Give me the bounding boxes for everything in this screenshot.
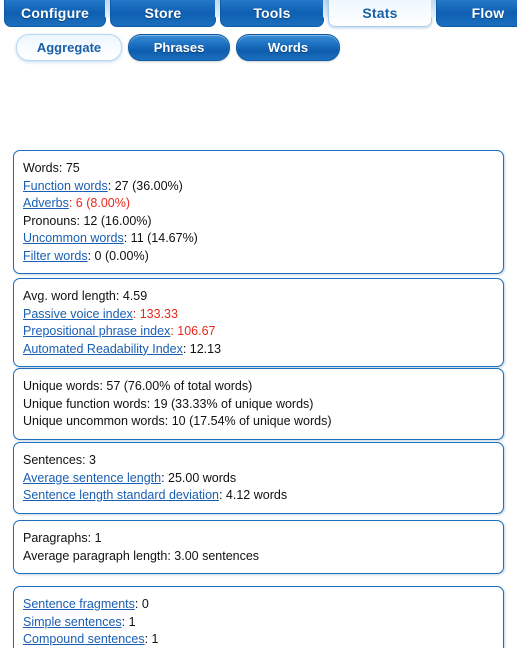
stat-value: : 1: [121, 614, 136, 629]
main-tab-flow[interactable]: Flow: [436, 0, 517, 27]
stat-line: Sentences: 3: [23, 452, 494, 470]
stat-label[interactable]: Function words: [23, 179, 108, 193]
stat-line: Filter words: 0 (0.00%): [23, 248, 494, 266]
stat-value: : 3: [82, 453, 96, 467]
stat-label[interactable]: Compound sentences: [23, 632, 145, 646]
stat-value: : 106.67: [170, 324, 216, 338]
stat-line: Sentence length standard deviation: 4.12…: [23, 487, 494, 505]
stat-line: Unique words: 57 (76.00% of total words): [23, 378, 494, 396]
stat-value: : 6 (8.00%): [68, 196, 130, 210]
sub-tab-words[interactable]: Words: [236, 34, 340, 61]
stat-line: Prepositional phrase index: 106.67: [23, 323, 494, 341]
stat-label[interactable]: Simple sentences: [23, 615, 122, 629]
stat-label: Average paragraph length: [23, 548, 168, 563]
stat-line: Passive voice index: 133.33: [23, 306, 494, 324]
stat-value: : 1: [144, 632, 159, 646]
stat-value: : 133.33: [132, 306, 178, 321]
sentence-types-panel: Sentence fragments: 0 Simple sentences: 1…: [13, 586, 504, 648]
stat-value: : 75: [58, 161, 80, 175]
stat-line: Sentence fragments: 0: [23, 596, 494, 614]
stat-label[interactable]: Average sentence length: [23, 471, 161, 485]
stat-label: Unique words: [23, 379, 100, 393]
stat-line: Function words: 27 (36.00%): [23, 178, 494, 196]
stat-line: Pronouns: 12 (16.00%): [23, 213, 494, 231]
sub-tab-phrases[interactable]: Phrases: [128, 34, 230, 61]
stat-label: Unique uncommon words: [23, 414, 165, 428]
stat-value: : 10 (17.54% of unique words): [164, 414, 332, 428]
stat-label[interactable]: Sentence fragments: [23, 597, 135, 611]
paragraphs-panel: Paragraphs: 1 Average paragraph length: 3…: [13, 520, 504, 574]
stat-value: : 0 (0.00%): [87, 248, 149, 263]
stat-value: : 12.13: [182, 341, 222, 356]
stat-value: : 4.59: [115, 289, 148, 303]
stat-value: : 12 (16.00%): [76, 213, 152, 228]
stat-label: Words: [23, 161, 59, 175]
stat-value: : 4.12 words: [218, 488, 288, 502]
stat-label[interactable]: Uncommon words: [23, 231, 124, 245]
main-tab-tools[interactable]: Tools: [220, 0, 324, 27]
main-tab-configure[interactable]: Configure: [4, 0, 106, 27]
main-tab-stats[interactable]: Stats: [328, 0, 432, 27]
stat-value: : 3.00 sentences: [167, 548, 260, 563]
stat-label: Unique function words: [23, 396, 147, 411]
stat-line: Adverbs: 6 (8.00%): [23, 195, 494, 213]
stat-label[interactable]: Passive voice index: [23, 307, 133, 321]
stat-line: Words: 75: [23, 160, 494, 178]
stat-line: Compound sentences: 1: [23, 631, 494, 648]
stat-line: Uncommon words: 11 (14.67%): [23, 230, 494, 248]
stat-label: Avg. word length: [23, 289, 116, 303]
stat-label[interactable]: Automated Readability Index: [23, 342, 183, 356]
main-tab-bar: Configure Store Tools Stats Flow: [0, 0, 517, 28]
main-tab-store[interactable]: Store: [110, 0, 216, 27]
stat-value: : 27 (36.00%): [107, 178, 183, 193]
stat-label: Sentences: [23, 453, 83, 467]
sentences-panel: Sentences: 3 Average sentence length: 25.…: [13, 442, 504, 514]
stat-value: : 0: [134, 597, 149, 611]
stat-value: : 11 (14.67%): [123, 231, 198, 245]
sub-tab-bar: Aggregate Phrases Words: [0, 28, 517, 68]
stat-value: : 25.00 words: [161, 470, 237, 485]
stat-line: Unique uncommon words: 10 (17.54% of uni…: [23, 413, 494, 431]
stat-line: Unique function words: 19 (33.33% of uni…: [23, 396, 494, 414]
readability-panel: Avg. word length: 4.59 Passive voice inde…: [13, 278, 504, 367]
stat-line: Avg. word length: 4.59: [23, 288, 494, 306]
stat-label[interactable]: Sentence length standard deviation: [23, 488, 219, 502]
word-counts-panel: Words: 75 Function words: 27 (36.00%) Adve…: [13, 150, 504, 274]
stat-value: : 1: [87, 531, 102, 545]
stat-label: Pronouns: [23, 213, 77, 228]
stat-label[interactable]: Adverbs: [23, 196, 69, 210]
stat-label[interactable]: Filter words: [23, 249, 88, 263]
stat-value: : 57 (76.00% of total words): [99, 379, 253, 393]
unique-words-panel: Unique words: 57 (76.00% of total words)…: [13, 368, 504, 440]
stat-label[interactable]: Prepositional phrase index: [23, 324, 170, 338]
stat-line: Automated Readability Index: 12.13: [23, 341, 494, 359]
stat-line: Average sentence length: 25.00 words: [23, 470, 494, 488]
sub-tab-aggregate[interactable]: Aggregate: [16, 34, 122, 61]
stat-line: Paragraphs: 1: [23, 530, 494, 548]
stat-line: Average paragraph length: 3.00 sentences: [23, 548, 494, 566]
stat-line: Simple sentences: 1: [23, 614, 494, 632]
stat-value: : 19 (33.33% of unique words): [146, 396, 314, 411]
stat-label: Paragraphs: [23, 531, 88, 545]
